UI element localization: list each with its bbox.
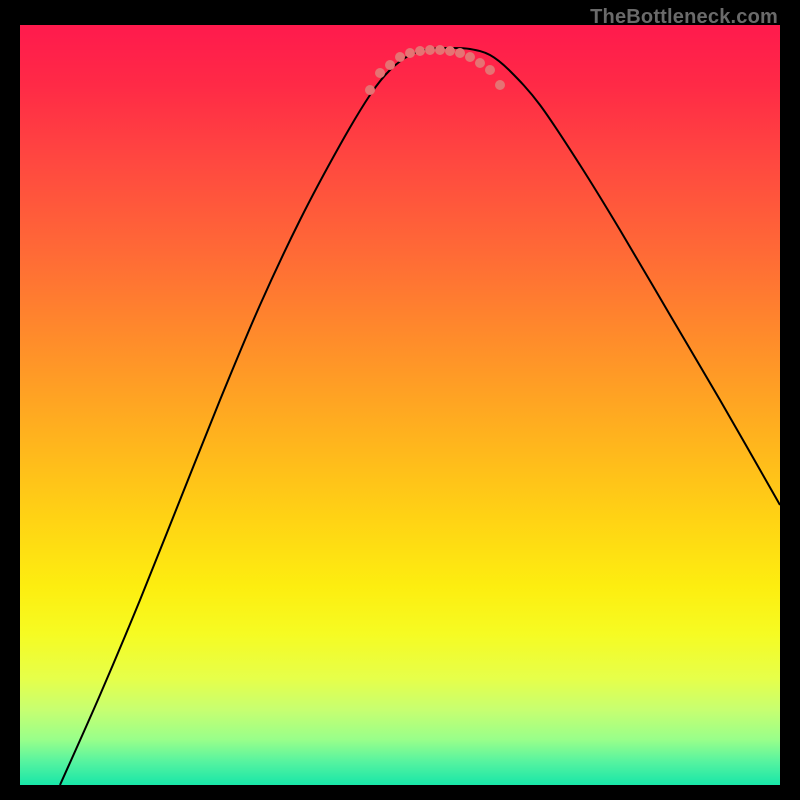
- watermark-text: TheBottleneck.com: [590, 6, 778, 29]
- optimal-dot: [465, 52, 475, 62]
- optimal-dot: [475, 58, 485, 68]
- optimal-dot: [415, 46, 425, 56]
- optimal-dot: [445, 46, 455, 56]
- optimal-dot: [405, 48, 415, 58]
- optimal-dot: [485, 65, 495, 75]
- optimal-dot: [365, 85, 375, 95]
- optimal-dot: [455, 48, 465, 58]
- curve-line: [60, 48, 780, 785]
- optimal-dot: [385, 60, 395, 70]
- optimal-dot: [495, 80, 505, 90]
- optimal-dot: [375, 68, 385, 78]
- optimal-dot: [395, 52, 405, 62]
- optimal-dot: [435, 45, 445, 55]
- optimal-dot: [425, 45, 435, 55]
- chart-frame: TheBottleneck.com: [0, 0, 800, 800]
- chart-svg: [20, 25, 780, 785]
